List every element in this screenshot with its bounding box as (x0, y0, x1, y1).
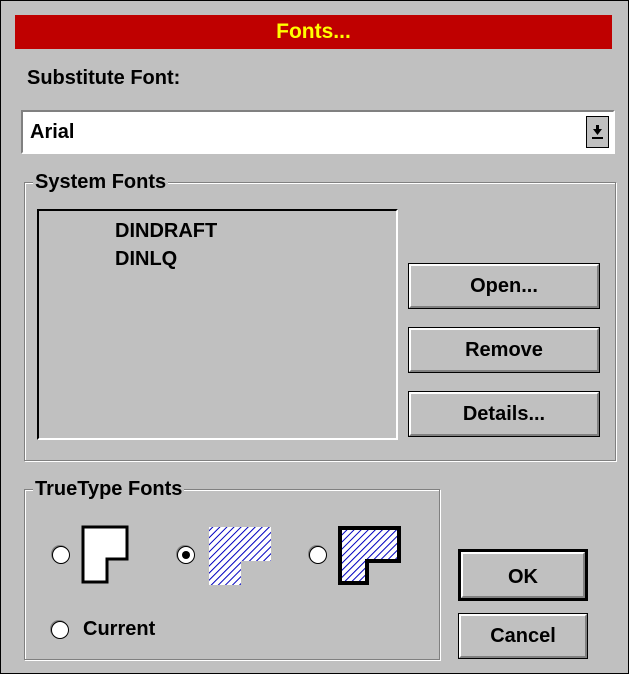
ok-button-label: OK (508, 566, 538, 588)
substitute-font-label: Substitute Font: (27, 67, 181, 89)
truetype-option-outline-radio[interactable] (52, 546, 70, 564)
dialog-title-bar[interactable]: Fonts... (15, 15, 612, 49)
dropdown-arrow-button[interactable] (586, 116, 609, 148)
dialog-title: Fonts... (276, 20, 351, 43)
truetype-option-hatched-radio[interactable] (177, 546, 195, 564)
hatched-shape-icon (209, 527, 271, 585)
truetype-fonts-group-title: TrueType Fonts (33, 478, 185, 501)
cancel-button[interactable]: Cancel (458, 613, 588, 659)
radio-selected-dot (182, 551, 190, 559)
remove-button-label: Remove (465, 339, 543, 361)
open-button[interactable]: Open... (408, 263, 600, 309)
list-item[interactable]: DINLQ (115, 248, 177, 271)
substitute-font-value: Arial (30, 121, 75, 143)
outlined-hatched-shape-icon (338, 526, 401, 585)
details-button[interactable]: Details... (408, 391, 600, 437)
details-button-label: Details... (462, 403, 546, 425)
open-button-label: Open... (470, 275, 538, 297)
substitute-font-combobox[interactable]: Arial (21, 110, 615, 154)
ok-button[interactable]: OK (458, 549, 588, 601)
list-item[interactable]: DINDRAFT (115, 220, 217, 243)
chevron-down-icon (592, 125, 603, 139)
current-radio[interactable] (51, 621, 69, 639)
fonts-dialog: Fonts... Substitute Font: Arial System F… (0, 0, 629, 674)
system-fonts-group-title: System Fonts (33, 171, 169, 194)
remove-button[interactable]: Remove (408, 327, 600, 373)
system-fonts-listbox[interactable]: DINDRAFT DINLQ (37, 209, 398, 440)
current-label: Current (83, 618, 156, 640)
cancel-button-label: Cancel (490, 625, 556, 647)
truetype-option-outlined-hatched-radio[interactable] (309, 546, 327, 564)
outline-shape-icon (81, 525, 129, 584)
